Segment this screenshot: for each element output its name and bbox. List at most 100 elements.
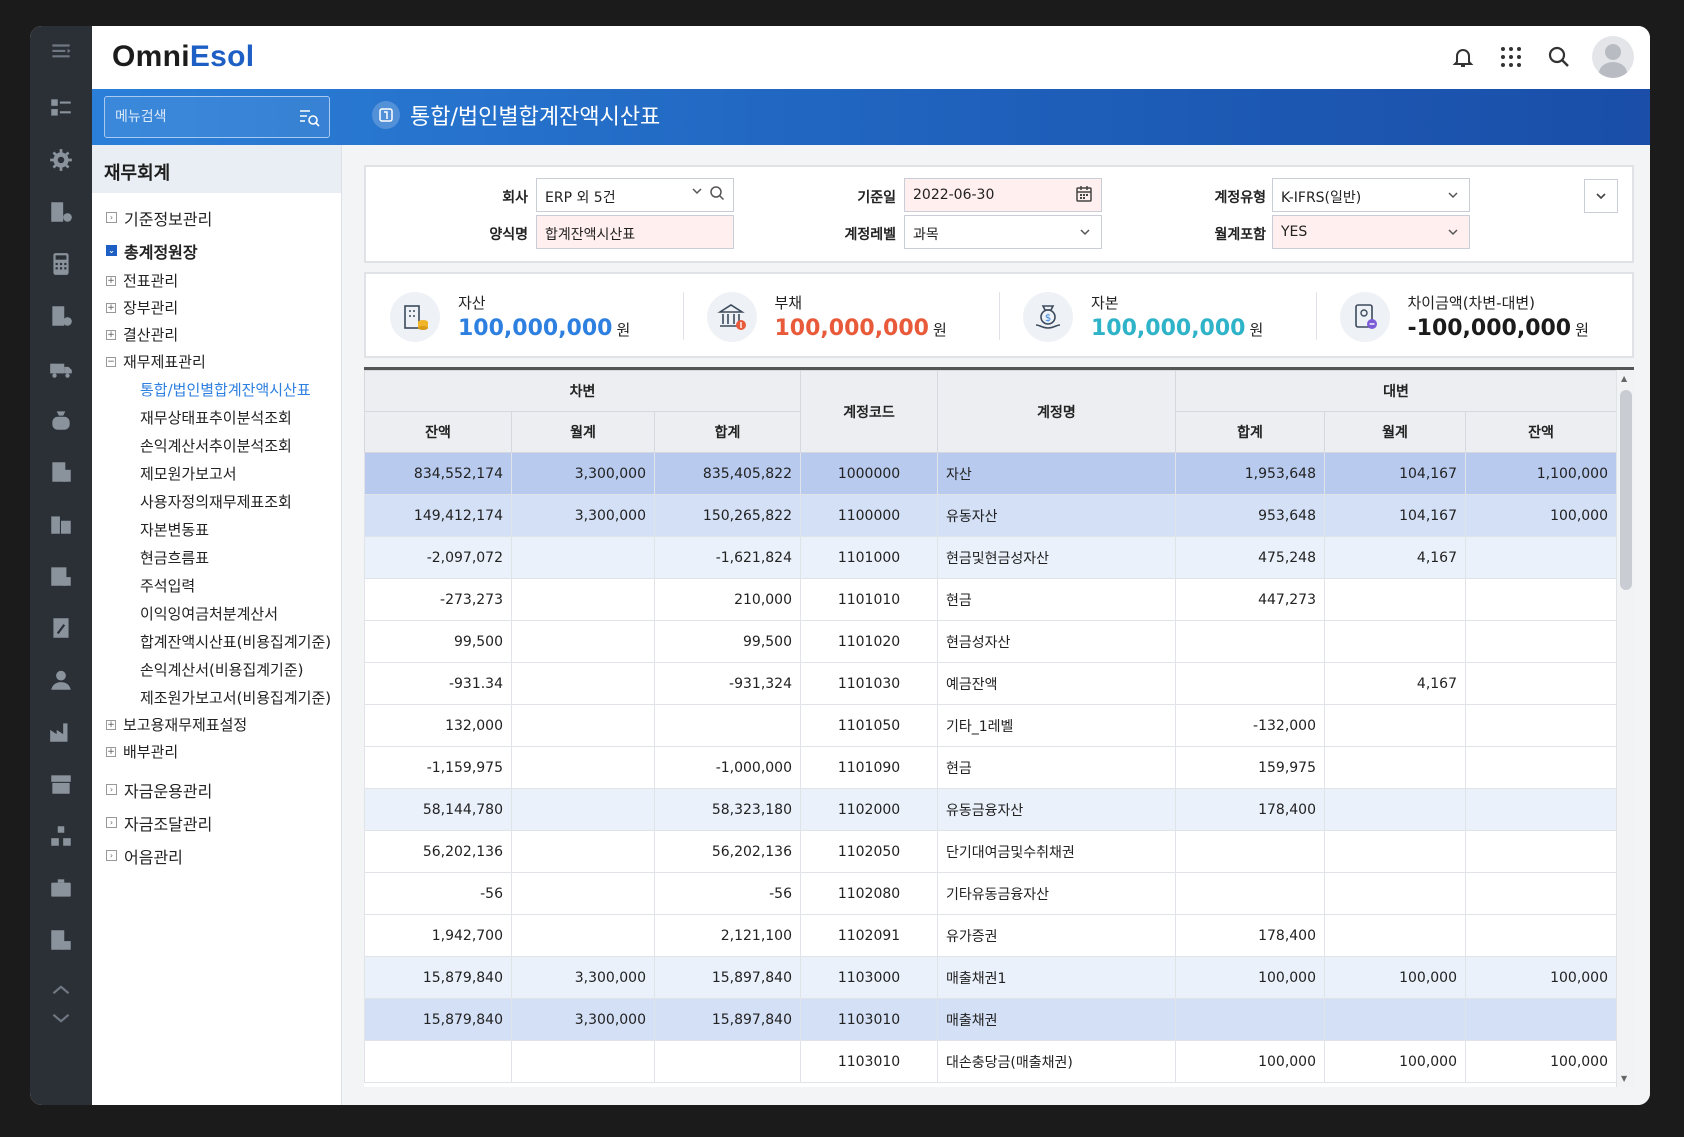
table-row[interactable]: 1103010 대손충당금(매출채권) 100,000 100,000 100,000: [364, 1040, 1617, 1083]
sidebar-item-retained-earnings[interactable]: 이익잉여금처분계산서: [92, 599, 341, 627]
monthly-select[interactable]: YES: [1272, 215, 1470, 249]
expand-box-icon: ›: [106, 784, 117, 795]
table-row[interactable]: 834,552,174 3,300,000 835,405,822 1000000 자산…: [364, 452, 1617, 495]
cell-credit-monthly: [1324, 746, 1466, 789]
calculator-icon[interactable]: [47, 250, 75, 278]
form-value: 합계잔액시산표: [545, 227, 636, 243]
table-row[interactable]: 1,942,700 2,121,100 1102091 유가증권 178,400: [364, 914, 1617, 957]
vertical-scrollbar[interactable]: ▲ ▼: [1616, 370, 1634, 1087]
chevron-down-icon[interactable]: [47, 1004, 75, 1032]
calendar-icon[interactable]: [1075, 185, 1093, 207]
table-row[interactable]: 56,202,136 56,202,136 1102050 단기대여금및수취채권: [364, 830, 1617, 873]
logo[interactable]: OmniEsol: [112, 40, 254, 74]
sidebar-item-closing[interactable]: + 결산관리: [92, 321, 341, 348]
user-icon[interactable]: [47, 666, 75, 694]
sidebar-item-tb-expense[interactable]: 합계잔액시산표(비용집계기준): [92, 627, 341, 655]
building-lock-icon[interactable]: [47, 926, 75, 954]
table-row[interactable]: 99,500 99,500 1101020 현금성자산: [364, 620, 1617, 663]
avatar[interactable]: [1592, 36, 1634, 78]
credit-group-header: 대변: [1175, 370, 1617, 412]
menu-search-input[interactable]: [105, 97, 295, 137]
apps-grid-icon[interactable]: [1496, 42, 1526, 72]
sidebar-item-notes-bill[interactable]: › 어음관리: [92, 839, 341, 872]
chevron-up-icon[interactable]: [47, 976, 75, 1004]
sidebar-item-is-trend[interactable]: 손익계산서추이분석조회: [92, 431, 341, 459]
acct-type-select[interactable]: K-IFRS(일반): [1272, 178, 1470, 212]
cell-credit-monthly: [1324, 704, 1466, 747]
company-select[interactable]: ERP 외 5건: [536, 178, 734, 212]
sidebar-item-report-fs-settings[interactable]: + 보고용재무제표설정: [92, 711, 341, 738]
store-icon[interactable]: [47, 770, 75, 798]
sidebar-item-basic-info[interactable]: › 기준정보관리: [92, 201, 341, 234]
checklist-icon[interactable]: [47, 94, 75, 122]
scrollbar-thumb[interactable]: [1620, 390, 1632, 590]
sidebar-item-label: 보고용재무제표설정: [123, 716, 248, 734]
sidebar-item-general-ledger[interactable]: ⌄ 총계정원장: [92, 234, 341, 267]
menu-collapse-icon[interactable]: [47, 38, 75, 66]
table-row[interactable]: -56 -56 1102080 기타유동금융자산: [364, 872, 1617, 915]
sidebar-item-bs-trend[interactable]: 재무상태표추이분석조회: [92, 403, 341, 431]
table-row[interactable]: -273,273 210,000 1101010 현금 447,273: [364, 578, 1617, 621]
col-header-credit-monthly[interactable]: 월계: [1324, 411, 1466, 453]
col-header-code[interactable]: 계정코드: [800, 370, 938, 453]
hierarchy-icon[interactable]: [47, 822, 75, 850]
office-icon[interactable]: [47, 510, 75, 538]
sidebar-item-fund-operation[interactable]: › 자금운용관리: [92, 773, 341, 806]
table-row[interactable]: -2,097,072 -1,621,824 1101000 현금및현금성자산 475,2…: [364, 536, 1617, 579]
level-select[interactable]: 과목: [904, 215, 1102, 249]
sidebar-item-voucher[interactable]: + 전표관리: [92, 267, 341, 294]
cell-account-name: 현금: [937, 746, 1176, 789]
table-row[interactable]: 149,412,174 3,300,000 150,265,822 1100000 유동…: [364, 494, 1617, 537]
form-field[interactable]: 합계잔액시산표: [536, 215, 734, 249]
sidebar-item-ledger[interactable]: + 장부관리: [92, 294, 341, 321]
menu-search-icon[interactable]: [297, 105, 321, 133]
gear-icon[interactable]: [47, 146, 75, 174]
table-row[interactable]: -1,159,975 -1,000,000 1101090 현금 159,975: [364, 746, 1617, 789]
sidebar-item-notes[interactable]: 주석입력: [92, 571, 341, 599]
col-header-credit-balance[interactable]: 잔액: [1465, 411, 1617, 453]
col-header-debit-balance[interactable]: 잔액: [364, 411, 512, 453]
table-row[interactable]: 15,879,840 3,300,000 15,897,840 1103000 매출채권…: [364, 956, 1617, 999]
search-icon[interactable]: [1544, 42, 1574, 72]
col-header-name[interactable]: 계정명: [937, 370, 1176, 453]
table-row[interactable]: 58,144,780 58,323,180 1102000 유동금융자산 178,400: [364, 788, 1617, 831]
cell-debit-total: 150,265,822: [654, 494, 801, 537]
sidebar-item-fs-management[interactable]: − 재무제표관리: [92, 348, 341, 375]
sidebar-item-trial-balance[interactable]: 통합/법인별합계잔액시산표: [92, 375, 341, 403]
date-field[interactable]: 2022-06-30: [904, 178, 1102, 212]
bell-icon[interactable]: [1448, 42, 1478, 72]
sidebar-item-is-expense[interactable]: 손익계산서(비용집계기준): [92, 655, 341, 683]
sidebar-item-label: 기준정보관리: [124, 209, 213, 229]
cell-credit-monthly: [1324, 830, 1466, 873]
sidebar-item-fund-raising[interactable]: › 자금조달관리: [92, 806, 341, 839]
scroll-down-icon[interactable]: ▼: [1621, 1074, 1627, 1083]
table-row[interactable]: 15,879,840 3,300,000 15,897,840 1103010 매출채권: [364, 998, 1617, 1041]
sidebar-item-cash-flow[interactable]: 현금흐름표: [92, 543, 341, 571]
document-building-icon[interactable]: [47, 458, 75, 486]
cell-credit-total: 159,975: [1175, 746, 1325, 789]
scroll-up-icon[interactable]: ▲: [1621, 374, 1627, 383]
col-header-debit-total[interactable]: 합계: [654, 411, 801, 453]
warehouse-icon[interactable]: [47, 562, 75, 590]
sidebar-item-allocation[interactable]: + 배부관리: [92, 738, 341, 765]
sidebar-item-cost-expense[interactable]: 제조원가보고서(비용집계기준): [92, 683, 341, 711]
factory-icon[interactable]: [47, 718, 75, 746]
briefcase-icon[interactable]: [47, 874, 75, 902]
sidebar-item-equity-changes[interactable]: 자본변동표: [92, 515, 341, 543]
money-bag-icon[interactable]: [47, 406, 75, 434]
expand-filter-button[interactable]: [1584, 179, 1618, 213]
cell-credit-total: 100,000: [1175, 956, 1325, 999]
search-icon[interactable]: [709, 185, 725, 205]
col-header-credit-total[interactable]: 합계: [1175, 411, 1325, 453]
report-settings-icon[interactable]: [47, 302, 75, 330]
table-row[interactable]: -931.34 -931,324 1101030 예금잔액 4,167: [364, 662, 1617, 705]
truck-icon[interactable]: [47, 354, 75, 382]
building-settings-icon[interactable]: [47, 198, 75, 226]
sidebar-item-cost-report[interactable]: 제모원가보고서: [92, 459, 341, 487]
table-row[interactable]: 132,000 1101050 기타_1레벨 -132,000: [364, 704, 1617, 747]
col-header-debit-monthly[interactable]: 월계: [511, 411, 655, 453]
cell-debit-total: 99,500: [654, 620, 801, 663]
percent-document-icon[interactable]: [47, 614, 75, 642]
money-hand-icon: $: [1023, 292, 1073, 342]
sidebar-item-custom-fs[interactable]: 사용자정의재무제표조회: [92, 487, 341, 515]
